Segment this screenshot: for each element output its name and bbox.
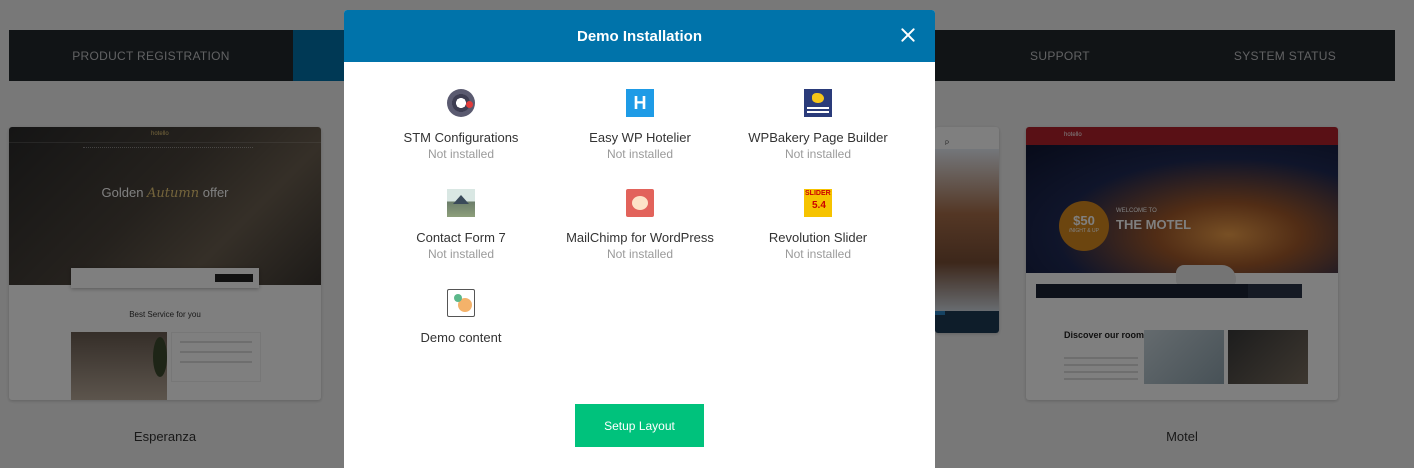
plugin-name: MailChimp for WordPress (566, 230, 714, 245)
demo-installation-modal: Demo Installation STM Configurations Not… (344, 10, 935, 468)
plugin-status: Not installed (784, 147, 852, 161)
close-icon[interactable] (897, 24, 919, 46)
plugin-status: Not installed (606, 247, 674, 261)
contact-form-icon (447, 189, 475, 217)
plugin-stm-configurations: STM Configurations Not installed (371, 89, 551, 161)
stm-configurations-icon (447, 89, 475, 117)
plugin-contact-form-7: Contact Form 7 Not installed (371, 189, 551, 261)
plugin-name: Easy WP Hotelier (589, 130, 691, 145)
plugin-status: Not installed (606, 147, 674, 161)
plugin-name: Demo content (420, 330, 502, 345)
plugin-name: STM Configurations (403, 130, 519, 145)
hotelier-icon: H (626, 89, 654, 117)
plugin-demo-content: Demo content (371, 289, 551, 347)
modal-header: Demo Installation (344, 10, 935, 62)
plugin-mailchimp: MailChimp for WordPress Not installed (550, 189, 730, 261)
mailchimp-icon (626, 189, 654, 217)
plugin-revolution-slider: Revolution Slider Not installed (728, 189, 908, 261)
plugin-status: Not installed (427, 247, 495, 261)
plugin-name: WPBakery Page Builder (748, 130, 888, 145)
revolution-slider-icon (804, 189, 832, 217)
plugin-status: Not installed (427, 147, 495, 161)
plugin-easy-wp-hotelier: H Easy WP Hotelier Not installed (550, 89, 730, 161)
setup-layout-button[interactable]: Setup Layout (575, 404, 704, 447)
plugin-name: Revolution Slider (768, 230, 868, 245)
modal-title: Demo Installation (576, 27, 703, 45)
demo-content-icon (447, 289, 475, 317)
plugin-status: Not installed (784, 247, 852, 261)
wpbakery-icon (804, 89, 832, 117)
plugin-wpbakery: WPBakery Page Builder Not installed (728, 89, 908, 161)
plugin-name: Contact Form 7 (416, 230, 506, 245)
